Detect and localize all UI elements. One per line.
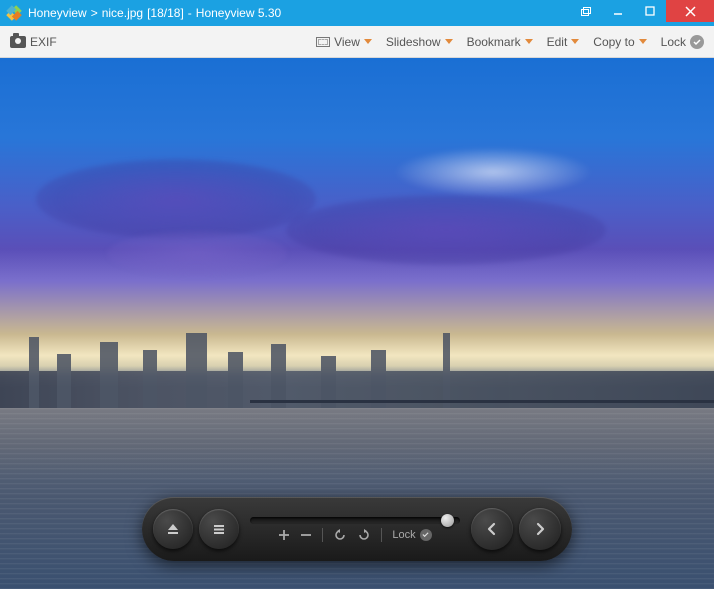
- next-button[interactable]: [519, 508, 561, 550]
- chevron-down-icon: [639, 39, 647, 44]
- chevron-down-icon: [525, 39, 533, 44]
- title-separator: >: [91, 6, 98, 20]
- titlebar[interactable]: Honeyview > nice.jpg [18/18] - Honeyview…: [0, 0, 714, 26]
- check-circle-icon: [420, 529, 432, 541]
- copyto-menu[interactable]: Copy to: [593, 35, 646, 49]
- close-button[interactable]: [666, 0, 714, 22]
- chevron-down-icon: [364, 39, 372, 44]
- slider-thumb[interactable]: [441, 514, 454, 527]
- menu-button[interactable]: [199, 509, 239, 549]
- progress-slider[interactable]: [250, 517, 460, 524]
- zoom-in-button[interactable]: [278, 529, 290, 541]
- maximize-button[interactable]: [634, 0, 666, 22]
- rotate-left-button[interactable]: [333, 528, 347, 542]
- app-window: Honeyview > nice.jpg [18/18] - Honeyview…: [0, 0, 714, 589]
- title-version: Honeyview 5.30: [196, 6, 281, 20]
- player-controls: Lock: [142, 497, 572, 561]
- check-circle-icon: [690, 35, 704, 49]
- toolbar: EXIF View Slideshow Bookmark Edit C: [0, 26, 714, 58]
- lock-mini-label: Lock: [392, 529, 415, 541]
- lock-toggle[interactable]: Lock: [661, 35, 704, 49]
- rotate-right-button[interactable]: [357, 528, 371, 542]
- title-counter: [18/18]: [147, 6, 184, 20]
- camera-icon: [10, 36, 26, 48]
- divider: [381, 528, 382, 542]
- bookmark-label: Bookmark: [467, 35, 521, 49]
- divider: [322, 528, 323, 542]
- title-appname: Honeyview: [28, 6, 87, 20]
- prev-button[interactable]: [471, 508, 513, 550]
- slideshow-label: Slideshow: [386, 35, 441, 49]
- exif-label: EXIF: [30, 35, 57, 49]
- slideshow-menu[interactable]: Slideshow: [386, 35, 453, 49]
- chevron-down-icon: [571, 39, 579, 44]
- minimize-button[interactable]: [602, 0, 634, 22]
- view-label: View: [334, 35, 360, 49]
- app-icon: [6, 5, 22, 21]
- chevron-down-icon: [445, 39, 453, 44]
- edit-label: Edit: [547, 35, 568, 49]
- zoom-out-button[interactable]: [300, 529, 312, 541]
- title-filename: nice.jpg: [102, 6, 143, 20]
- lock-label: Lock: [661, 35, 686, 49]
- image-viewport[interactable]: Lock: [0, 58, 714, 589]
- view-icon: [316, 37, 330, 47]
- restore-alt-button[interactable]: [570, 0, 602, 22]
- lock-mini-toggle[interactable]: Lock: [392, 529, 431, 541]
- eject-button[interactable]: [153, 509, 193, 549]
- exif-button[interactable]: EXIF: [10, 35, 57, 49]
- copyto-label: Copy to: [593, 35, 634, 49]
- bookmark-menu[interactable]: Bookmark: [467, 35, 533, 49]
- view-menu[interactable]: View: [316, 35, 372, 49]
- title-dash: -: [188, 6, 192, 20]
- edit-menu[interactable]: Edit: [547, 35, 580, 49]
